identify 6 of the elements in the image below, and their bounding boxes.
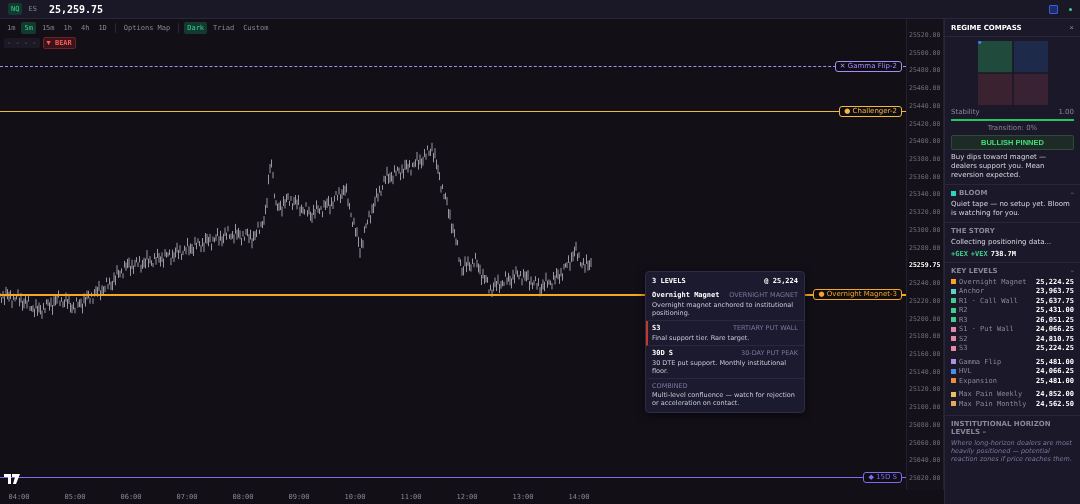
status-dot (1069, 7, 1072, 11)
panel-toggle-button[interactable] (1049, 4, 1058, 14)
logo-icon (4, 474, 20, 484)
price-readout: 25,259.75 (48, 3, 104, 15)
regime-compass-drawing (977, 41, 1048, 105)
close-button[interactable]: × (1069, 23, 1074, 32)
